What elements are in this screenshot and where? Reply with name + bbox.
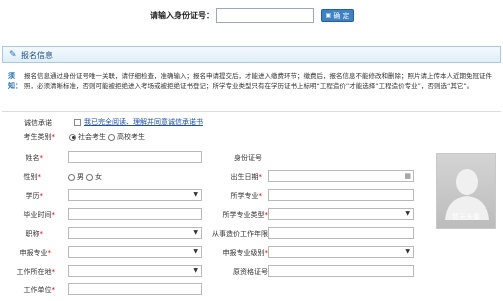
notice-label: 须知： [8,72,22,90]
agreement-checkbox[interactable] [74,118,81,126]
confirm-icon: ▣ [325,12,332,19]
name-label: 姓名* [25,154,44,162]
confirm-button[interactable]: ▣ 确 定 [321,9,354,22]
chevron-down-icon: ▼ [193,248,198,255]
apply-major-select[interactable]: ▼ [68,246,202,258]
notice-text: 报名信息通过身份证号唯一关联，请仔细检查，准确输入；报名申请提交后，才能进入缴费… [24,72,492,90]
grad-time-input[interactable] [68,208,202,220]
chevron-down-icon: ▼ [193,267,198,274]
id-query-label: 请输入身份证号： [150,11,214,20]
option-male: 男 [77,173,84,181]
apply-level-label: 申报专业级别* [222,249,269,257]
studied-major-input[interactable] [268,189,414,201]
radio-female[interactable] [86,173,93,181]
option-social: 社会考生 [78,133,106,141]
work-unit-label: 工作单位* [23,286,56,294]
candidate-type-options: 社会考生 高校考生 [69,132,145,142]
work-location-label: 工作所在地* [16,268,56,276]
agreement-row: 我已完全阅读、理解并同意诚信承诺书 [74,117,203,127]
birth-date-label: 出生日期* [230,173,263,181]
education-select[interactable]: ▼ [68,189,202,201]
apply-major-label: 申报专业* [19,249,52,257]
original-cert-label: 原资格证号 [233,268,268,276]
grad-time-label: 毕业时间* [23,211,56,219]
title-label: 职称* [25,230,44,238]
radio-social[interactable] [69,133,76,141]
agreement-link[interactable]: 我已完全阅读、理解并同意诚信承诺书 [84,117,203,127]
option-female: 女 [95,173,102,181]
education-label: 学历* [25,192,44,200]
years-input[interactable] [268,227,414,239]
apply-level-select[interactable]: ▼ [268,246,414,258]
radio-male[interactable] [68,173,75,181]
gender-options: 男 女 [68,172,102,182]
studied-major-type-select[interactable]: ▼ [268,208,414,220]
calendar-icon: ▦ [404,172,411,180]
id-number-input[interactable] [216,8,314,23]
gender-label: 性别* [23,173,42,181]
years-label: 从事造价工作年限 [212,230,268,238]
agreement-label: 诚信承诺 [24,119,52,127]
option-college: 高校考生 [117,133,145,141]
studied-major-label: 所学专业* [230,192,263,200]
divider [2,111,501,112]
photo-caption: 暂无头像 [452,213,480,221]
studied-major-type-label: 所学专业类型* [222,211,269,219]
work-location-select[interactable]: ▼ [68,265,202,277]
chevron-down-icon: ▼ [193,191,198,198]
radio-college[interactable] [108,133,115,141]
birth-date-input[interactable]: ▦ [268,170,414,182]
name-input[interactable] [68,151,202,163]
candidate-type-label: 考生类别* [23,133,56,141]
id-number-label: 身份证号 [234,154,262,162]
chevron-down-icon: ▼ [405,248,410,255]
confirm-button-label: 确 定 [333,11,350,20]
chevron-down-icon: ▼ [193,229,198,236]
section-title: 报名信息 [21,51,53,60]
work-unit-input[interactable] [68,283,202,295]
edit-icon: ✎ [9,50,17,60]
avatar-photo[interactable]: 暂无头像 [436,153,496,229]
section-header: ✎ 报名信息 [2,46,501,63]
chevron-down-icon: ▼ [405,210,410,217]
avatar-icon [445,169,489,220]
title-select[interactable]: ▼ [68,227,202,239]
original-cert-input[interactable] [268,265,414,277]
